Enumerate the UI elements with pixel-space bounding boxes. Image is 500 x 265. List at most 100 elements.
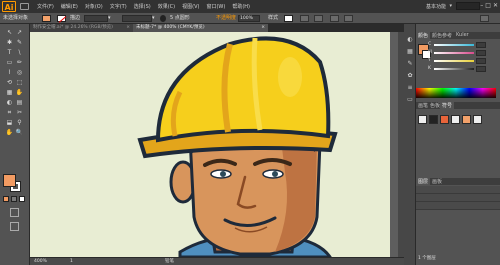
page-number[interactable]: 1 (70, 259, 73, 265)
menu-edit[interactable]: 编辑(E) (59, 3, 80, 10)
slider-c[interactable]: C (428, 42, 488, 48)
tab-color-guide[interactable]: 颜色参考 (430, 32, 454, 39)
y-value[interactable] (476, 58, 486, 64)
symbol-item[interactable] (473, 115, 482, 124)
layer-row[interactable] (416, 186, 500, 194)
direct-selection-tool-icon[interactable]: ↗ (15, 28, 24, 37)
document-setup-button[interactable] (300, 15, 309, 22)
m-track[interactable] (434, 52, 474, 54)
rotate-tool-icon[interactable]: ⟲ (5, 78, 14, 87)
gradient-mode-swatch[interactable] (11, 196, 17, 202)
magic-wand-tool-icon[interactable]: ✱ (5, 38, 14, 47)
scale-tool-icon[interactable]: ⬚ (15, 78, 24, 87)
brush-definition[interactable]: 5 点圆形 (170, 15, 190, 22)
maximize-button[interactable]: □ (485, 2, 491, 9)
layer-row[interactable] (416, 194, 500, 202)
close-button[interactable]: ✕ (493, 2, 498, 9)
rectangle-tool-icon[interactable]: ▭ (5, 58, 14, 67)
tab-artboards[interactable]: 画板 (430, 178, 444, 185)
minimize-button[interactable]: – (480, 2, 483, 9)
tab-kuler[interactable]: Kuler (454, 32, 471, 39)
graphic-style-swatch[interactable] (284, 15, 293, 22)
pencil-tool-icon[interactable]: ✏ (15, 58, 24, 67)
k-track[interactable] (434, 68, 474, 70)
symbol-item[interactable] (429, 115, 438, 124)
shape-builder-tool-icon[interactable]: ✋ (15, 88, 24, 97)
variable-width-field[interactable] (122, 15, 152, 22)
tab-untitled-7[interactable]: 未标题-7* @ 400% (CMYK/预览) × (133, 24, 268, 32)
workspace-switcher[interactable]: 基本功能 (426, 3, 446, 10)
draw-mode-icon[interactable] (10, 208, 19, 217)
none-mode-swatch[interactable] (19, 196, 25, 202)
color-spectrum[interactable] (416, 88, 496, 98)
menu-effect[interactable]: 效果(C) (156, 3, 177, 10)
bridge-icon[interactable] (20, 3, 29, 10)
zoom-tool-icon[interactable]: 🔍 (15, 128, 24, 137)
fill-color-box[interactable] (3, 174, 16, 187)
blob-brush-tool-icon[interactable]: ◎ (15, 68, 24, 77)
lasso-tool-icon[interactable]: ✎ (15, 38, 24, 47)
brushes-panel-icon[interactable]: ✎ (406, 60, 414, 68)
gradient-tool-icon[interactable]: ◐ (5, 98, 14, 107)
y-track[interactable] (434, 60, 474, 62)
slider-y[interactable]: Y (428, 58, 488, 64)
stroke-weight-field[interactable] (84, 15, 108, 22)
c-track[interactable] (434, 44, 474, 46)
free-transform-tool-icon[interactable]: ▦ (5, 88, 14, 97)
transform-icon[interactable] (344, 15, 353, 22)
menu-window[interactable]: 窗口(W) (204, 3, 227, 10)
mesh-tool-icon[interactable]: ▤ (15, 98, 24, 107)
zoom-level[interactable]: 400% (34, 259, 47, 265)
layer-row[interactable] (416, 202, 500, 210)
k-value[interactable] (476, 66, 486, 72)
symbol-item[interactable] (440, 115, 449, 124)
line-tool-icon[interactable]: \ (15, 48, 24, 57)
selection-tool-icon[interactable]: ↖ (5, 28, 14, 37)
stroke-panel-icon[interactable]: ≡ (406, 84, 414, 92)
artboard-canvas[interactable] (30, 32, 404, 257)
symbol-item[interactable] (418, 115, 427, 124)
search-input[interactable] (456, 2, 480, 10)
chevron-down-icon[interactable]: ▾ (108, 15, 111, 22)
symbol-sprayer-tool-icon[interactable]: ⚲ (15, 118, 24, 127)
close-icon[interactable]: × (126, 24, 130, 32)
fill-swatch[interactable] (42, 15, 51, 22)
eyedropper-tool-icon[interactable]: ⌗ (5, 108, 14, 117)
color-mode-swatch[interactable] (3, 196, 9, 202)
tab-color[interactable]: 颜色 (416, 32, 431, 39)
tab-symbols[interactable]: 符号 (440, 102, 455, 109)
menu-select[interactable]: 选择(S) (132, 3, 153, 10)
tab-safety-helmet[interactable]: 制作安全帽.ai* @ 24.26% (RGB/预览) × (30, 24, 133, 32)
tab-layers[interactable]: 图层 (416, 178, 431, 185)
close-icon[interactable]: × (261, 24, 265, 32)
chevron-down-icon[interactable]: ▾ (449, 3, 452, 9)
menu-object[interactable]: 对象(O) (83, 3, 105, 10)
menu-help[interactable]: 帮助(H) (230, 3, 252, 10)
opacity-label[interactable]: 不透明度 (216, 15, 236, 22)
style-label[interactable]: 样式 (268, 15, 278, 22)
menu-type[interactable]: 文字(T) (108, 3, 129, 10)
type-tool-icon[interactable]: T (5, 48, 14, 57)
stroke-swatch[interactable] (57, 15, 66, 22)
preferences-button[interactable] (314, 15, 323, 22)
symbol-item[interactable] (462, 115, 471, 124)
panel-menu-icon[interactable] (480, 15, 489, 22)
menu-file[interactable]: 文件(F) (35, 3, 56, 10)
screen-mode-icon[interactable] (10, 222, 19, 231)
slider-m[interactable]: M (428, 50, 488, 56)
m-value[interactable] (476, 50, 486, 56)
opacity-field[interactable]: 100% (238, 15, 260, 22)
c-value[interactable] (476, 42, 486, 48)
menu-view[interactable]: 视图(V) (180, 3, 201, 10)
slider-k[interactable]: K (428, 66, 488, 72)
gradient-panel-icon[interactable]: ▭ (406, 96, 414, 104)
stroke-label[interactable]: 描边 (70, 15, 80, 22)
arrange-documents-icon[interactable] (330, 15, 339, 22)
artboard-tool-icon[interactable]: ⬓ (5, 118, 14, 127)
brush-tool-icon[interactable]: ⌇ (5, 68, 14, 77)
chevron-down-icon[interactable]: ▾ (152, 15, 155, 22)
symbol-item[interactable] (451, 115, 460, 124)
scissors-tool-icon[interactable]: ✂ (15, 108, 24, 117)
symbols-panel-icon[interactable]: ✿ (406, 72, 414, 80)
hand-tool-icon[interactable]: ✋ (5, 128, 14, 137)
